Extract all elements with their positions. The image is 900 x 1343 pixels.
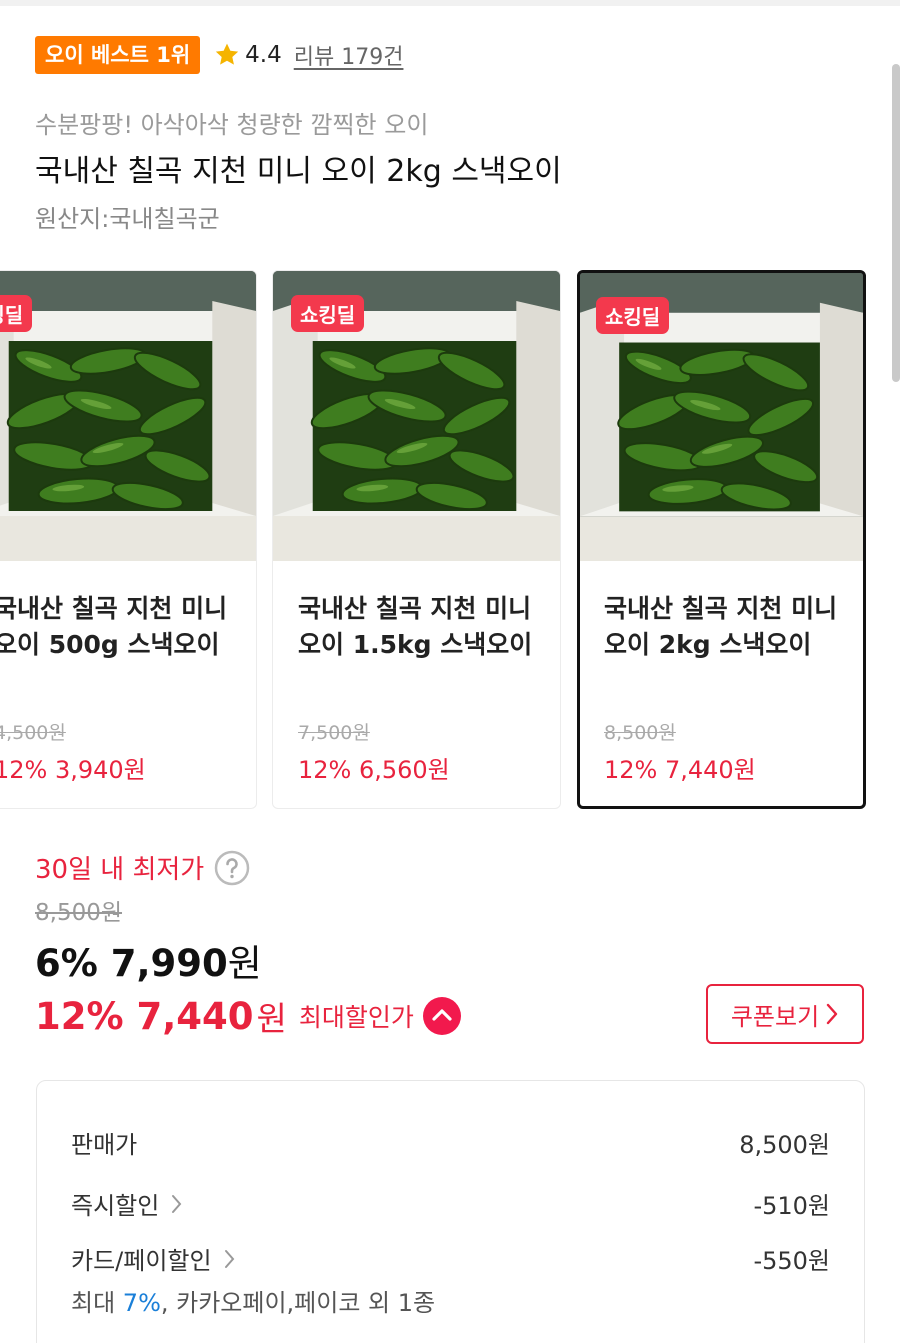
max-discount-price-row: 12% 7,440 원 최대할인가: [35, 992, 462, 1040]
product-image: 쇼킹딜: [580, 273, 863, 561]
lowest-price-label: 30일 내 최저가: [35, 855, 205, 885]
view-coupon-button[interactable]: 쿠폰보기: [706, 984, 864, 1044]
detail-label-group: 카드/페이할인: [71, 1241, 236, 1276]
product-title: 국내산 칠곡 지천 미니 오이 2kg 스낵오이: [35, 154, 562, 189]
original-price: 8,500원: [35, 900, 123, 926]
note-highlight: 7%: [122, 1289, 161, 1317]
chevron-up-circle-icon[interactable]: [422, 996, 462, 1036]
chevron-right-icon: [224, 1249, 234, 1268]
option-name: 국내산 칠곡 지천 미니 오이 2kg 스낵오이: [604, 594, 838, 659]
top-divider: [0, 0, 900, 6]
detail-label: 판매가: [71, 1131, 138, 1159]
view-coupon-label: 쿠폰보기: [730, 1002, 820, 1031]
review-count-link[interactable]: 리뷰 179건: [294, 39, 404, 71]
product-image: 쇼킹딜: [0, 271, 256, 561]
detail-value: -550원: [753, 1247, 830, 1275]
shocking-deal-tag: 쇼킹딜: [291, 295, 365, 332]
product-image: 쇼킹딜: [273, 271, 560, 561]
detail-row-sale-price: 판매가 8,500원: [71, 1125, 830, 1160]
current-price-value: 7,990: [110, 942, 228, 985]
option-sale-price: 12% 7,440원: [604, 756, 756, 784]
chevron-right-icon: [172, 1194, 182, 1213]
page-scrollbar[interactable]: [892, 64, 900, 382]
max-discount-label: 최대할인가: [298, 1003, 414, 1032]
detail-row-instant-discount[interactable]: 즉시할인 -510원: [71, 1186, 830, 1221]
option-sale-price: 12% 6,560원: [298, 756, 450, 784]
detail-label-group: 즉시할인: [71, 1186, 183, 1221]
option-sale-price: 12% 3,940원: [0, 756, 146, 784]
current-price: 6% 7,990원: [35, 933, 262, 987]
question-circle-icon[interactable]: [214, 850, 250, 886]
star-icon: [215, 43, 239, 65]
shocking-deal-tag: 쇼킹딜: [0, 295, 33, 332]
detail-value: -510원: [753, 1192, 830, 1220]
option-card-1-5kg[interactable]: 쇼킹딜 국내산 칠곡 지천 미니 오이 1.5kg 스낵오이 7,500원 12…: [272, 270, 561, 809]
lowest-price-row: 30일 내 최저가: [35, 849, 250, 886]
option-card-500g[interactable]: 쇼킹딜 국내산 칠곡 지천 미니 오이 500g 스낵오이 4,500원 12%…: [0, 270, 257, 809]
max-discount-unit: 원: [256, 999, 287, 1038]
badge-row: 오이 베스트 1위 4.4 리뷰 179건: [35, 35, 403, 75]
note-prefix: 최대: [71, 1289, 123, 1317]
detail-row-card-pay-discount[interactable]: 카드/페이할인 -550원: [71, 1241, 830, 1276]
detail-value: 8,500원: [739, 1131, 830, 1159]
best-rank-badge: 오이 베스트 1위: [35, 36, 201, 74]
card-pay-note: 최대 7%, 카카오페이,페이코 외 1종: [71, 1283, 435, 1318]
detail-label: 즉시할인: [71, 1192, 160, 1220]
option-original-price: 4,500원: [0, 722, 66, 744]
rating-value: 4.4: [245, 42, 282, 68]
option-original-price: 8,500원: [604, 722, 676, 744]
option-card-2kg-selected[interactable]: 쇼킹딜 국내산 칠곡 지천 미니 오이 2kg 스낵오이 8,500원 12% …: [577, 270, 866, 809]
product-origin: 원산지:국내칠곡군: [35, 205, 220, 233]
option-name: 국내산 칠곡 지천 미니 오이 500g 스낵오이: [0, 594, 228, 659]
option-name: 국내산 칠곡 지천 미니 오이 1.5kg 스낵오이: [298, 594, 533, 659]
current-discount-pct: 6%: [35, 942, 98, 985]
note-suffix: , 카카오페이,페이코 외 1종: [160, 1289, 436, 1317]
chevron-right-icon: [826, 1003, 838, 1025]
current-price-unit: 원: [227, 942, 262, 985]
product-subtitle: 수분팡팡! 아삭아삭 청량한 깜찍한 오이: [35, 111, 429, 139]
max-discount-price: 12% 7,440: [35, 994, 254, 1038]
detail-label: 카드/페이할인: [71, 1247, 212, 1275]
price-detail-box: 판매가 8,500원 즉시할인 -510원 카드/페이할인 -550원 최대 7…: [36, 1080, 865, 1343]
shocking-deal-tag: 쇼킹딜: [596, 297, 670, 334]
option-original-price: 7,500원: [298, 722, 370, 744]
